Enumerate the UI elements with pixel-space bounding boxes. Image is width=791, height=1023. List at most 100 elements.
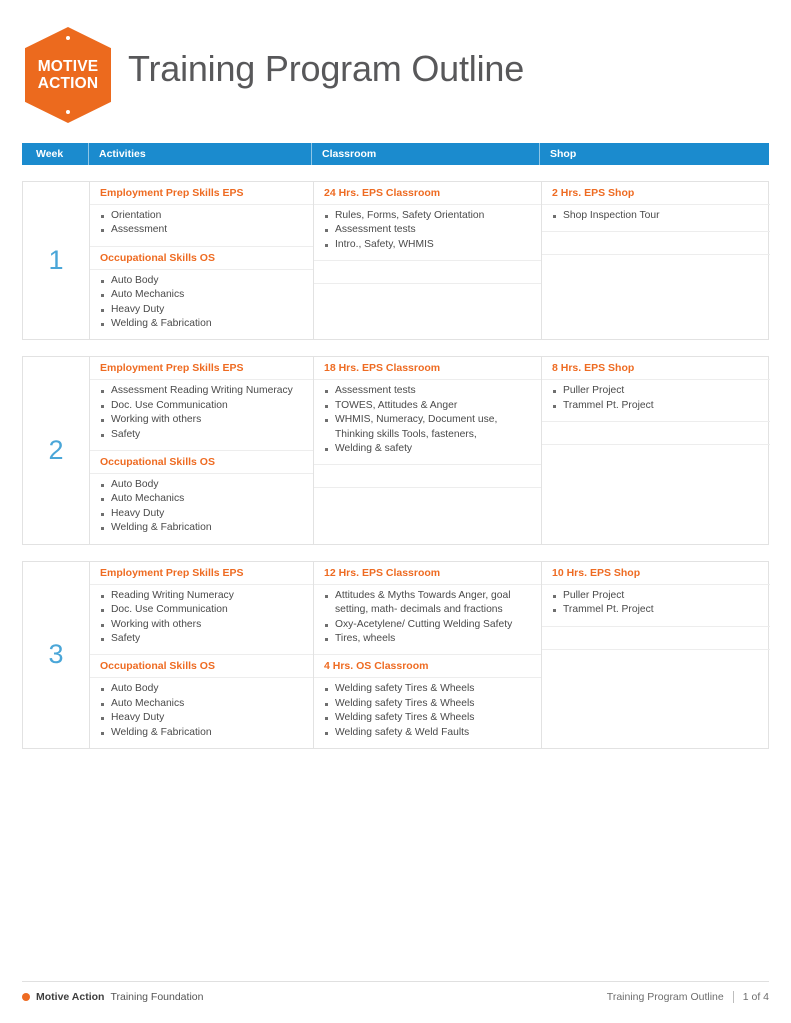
list-item: Orientation bbox=[100, 209, 305, 223]
list-item: Doc. Use Communication bbox=[100, 603, 305, 617]
list-item: WHMIS, Numeracy, Document use, Thinking … bbox=[324, 413, 533, 442]
section-title-os-shop bbox=[542, 232, 770, 256]
list-item: Welding safety & Weld Faults bbox=[324, 726, 533, 740]
week-column-activities: Employment Prep Skills EPS Assessment Rea… bbox=[90, 357, 313, 543]
list-item: Assessment bbox=[100, 223, 305, 237]
motive-action-logo: MOTIVE ACTION bbox=[25, 27, 111, 123]
weeks-container: 1 Employment Prep Skills EPS Orientation As… bbox=[22, 181, 770, 749]
week-column-activities: Employment Prep Skills EPS Reading Writin… bbox=[90, 562, 313, 748]
section-title-eps-shop: 2 Hrs. EPS Shop bbox=[542, 182, 770, 205]
list-item: Heavy Duty bbox=[100, 507, 305, 521]
column-spacer bbox=[542, 472, 770, 544]
week-number: 2 bbox=[48, 435, 64, 466]
column-spacer bbox=[542, 282, 770, 340]
section-title-eps-activities: Employment Prep Skills EPS bbox=[90, 562, 313, 585]
footer-brand-suffix: Training Foundation bbox=[110, 991, 204, 1003]
week-column-classroom: 12 Hrs. EPS Classroom Attitudes & Myths T… bbox=[313, 561, 541, 748]
week-number: 1 bbox=[48, 245, 64, 276]
logo-dot-bottom-icon bbox=[66, 110, 70, 114]
week-grid: Employment Prep Skills EPS Orientation Ass… bbox=[89, 182, 770, 340]
footer-dot-icon bbox=[22, 993, 30, 1001]
section-title-eps-shop: 10 Hrs. EPS Shop bbox=[542, 562, 770, 585]
list-item: Attitudes & Myths Towards Anger, goal se… bbox=[324, 589, 533, 618]
section-body-eps-shop: Puller Project Trammel Pt. Project bbox=[542, 380, 770, 423]
list-item: Doc. Use Communication bbox=[100, 399, 305, 413]
page-footer: Motive Action Training Foundation Traini… bbox=[22, 981, 769, 1005]
section-title-os-classroom bbox=[314, 261, 541, 285]
list-item: Welding safety Tires & Wheels bbox=[324, 711, 533, 725]
section-title-eps-shop: 8 Hrs. EPS Shop bbox=[542, 357, 770, 381]
section-body-eps-activities: Orientation Assessment bbox=[90, 205, 313, 247]
week-column-classroom: 18 Hrs. EPS Classroom Assessment tests TOW… bbox=[313, 357, 541, 544]
list-item: Assessment tests bbox=[324, 384, 533, 398]
section-title-os-classroom bbox=[314, 465, 541, 489]
logo-dot-top-icon bbox=[66, 36, 70, 40]
week-column-shop: 2 Hrs. EPS Shop Shop Inspection Tour bbox=[541, 182, 770, 340]
list-item: Welding & safety bbox=[324, 442, 533, 456]
section-body-os-classroom: Welding safety Tires & Wheels Welding saf… bbox=[314, 678, 541, 748]
section-body-os-shop bbox=[542, 445, 770, 471]
week-block: 3 Employment Prep Skills EPS Reading Writi… bbox=[22, 560, 770, 749]
list-item: Puller Project bbox=[552, 589, 762, 603]
section-title-os-activities: Occupational Skills OS bbox=[90, 247, 313, 270]
footer-document-info: Training Program Outline 1 of 4 bbox=[607, 991, 769, 1003]
week-block: 1 Employment Prep Skills EPS Orientation As… bbox=[22, 181, 770, 341]
list-item: Puller Project bbox=[552, 384, 762, 398]
week-column-shop: 8 Hrs. EPS Shop Puller Project Trammel Pt.… bbox=[541, 357, 770, 544]
footer-branding: Motive Action Training Foundation bbox=[22, 991, 203, 1003]
week-grid: Employment Prep Skills EPS Assessment Rea… bbox=[89, 357, 770, 544]
list-item: Welding safety Tires & Wheels bbox=[324, 697, 533, 711]
column-header-activities: Activities bbox=[88, 143, 311, 165]
page-header: MOTIVE ACTION Training Program Outline bbox=[0, 0, 791, 132]
list-item: Oxy-Acetylene/ Cutting Welding Safety bbox=[324, 618, 533, 632]
week-block: 2 Employment Prep Skills EPS Assessment Re… bbox=[22, 356, 770, 545]
list-item: Welding & Fabrication bbox=[100, 521, 305, 535]
section-body-os-activities: Auto Body Auto Mechanics Heavy Duty Welding… bbox=[90, 678, 313, 748]
section-body-os-classroom bbox=[314, 488, 541, 514]
section-body-os-activities: Auto Body Auto Mechanics Heavy Duty Welding… bbox=[90, 474, 313, 544]
logo-text-line2: ACTION bbox=[37, 75, 99, 92]
week-number: 3 bbox=[48, 639, 64, 670]
section-body-eps-classroom: Rules, Forms, Safety Orientation Assessme… bbox=[314, 205, 541, 262]
list-item: Welding & Fabrication bbox=[100, 317, 305, 331]
section-title-os-shop bbox=[542, 627, 770, 650]
footer-brand-name: Motive Action bbox=[36, 991, 105, 1003]
section-title-eps-classroom: 18 Hrs. EPS Classroom bbox=[314, 357, 541, 381]
week-column-classroom: 24 Hrs. EPS Classroom Rules, Forms, Safet… bbox=[313, 182, 541, 340]
section-title-eps-classroom: 12 Hrs. EPS Classroom bbox=[314, 562, 541, 585]
section-body-os-shop bbox=[542, 650, 770, 676]
list-item: TOWES, Attitudes & Anger bbox=[324, 399, 533, 413]
list-item: Shop Inspection Tour bbox=[552, 209, 762, 223]
footer-doc-title: Training Program Outline bbox=[606, 991, 724, 1003]
list-item: Heavy Duty bbox=[100, 711, 305, 725]
page-title: Training Program Outline bbox=[128, 48, 525, 89]
section-title-os-activities: Occupational Skills OS bbox=[90, 451, 313, 475]
column-header-shop: Shop bbox=[539, 143, 769, 165]
list-item: Assessment Reading Writing Numeracy bbox=[100, 384, 305, 398]
column-spacer bbox=[314, 515, 541, 544]
section-title-os-shop bbox=[542, 422, 770, 446]
list-item: Working with others bbox=[100, 413, 305, 427]
section-body-os-activities: Auto Body Auto Mechanics Heavy Duty Welding… bbox=[90, 270, 313, 340]
column-header-classroom: Classroom bbox=[311, 143, 539, 165]
list-item: Safety bbox=[100, 632, 305, 646]
list-item: Heavy Duty bbox=[100, 303, 305, 317]
week-column-shop: 10 Hrs. EPS Shop Puller Project Trammel Pt… bbox=[541, 561, 770, 748]
footer-separator bbox=[732, 991, 734, 1003]
section-body-eps-shop: Shop Inspection Tour bbox=[542, 205, 770, 233]
column-spacer bbox=[542, 676, 770, 748]
list-item: Welding & Fabrication bbox=[100, 726, 305, 740]
list-item: Auto Mechanics bbox=[100, 492, 305, 506]
schedule-table: Week Activities Classroom Shop 1 Employme… bbox=[22, 143, 770, 749]
section-title-eps-activities: Employment Prep Skills EPS bbox=[90, 357, 313, 381]
section-title-os-classroom: 4 Hrs. OS Classroom bbox=[314, 655, 541, 679]
footer-page-number: 1 of 4 bbox=[742, 991, 769, 1003]
section-body-eps-shop: Puller Project Trammel Pt. Project bbox=[542, 585, 770, 627]
list-item: Tires, wheels bbox=[324, 632, 533, 646]
list-item: Auto Body bbox=[100, 478, 305, 492]
list-item: Reading Writing Numeracy bbox=[100, 589, 305, 603]
list-item: Auto Mechanics bbox=[100, 288, 305, 302]
section-body-os-shop bbox=[542, 255, 770, 281]
list-item: Auto Body bbox=[100, 274, 305, 288]
week-column-activities: Employment Prep Skills EPS Orientation Ass… bbox=[90, 182, 313, 339]
